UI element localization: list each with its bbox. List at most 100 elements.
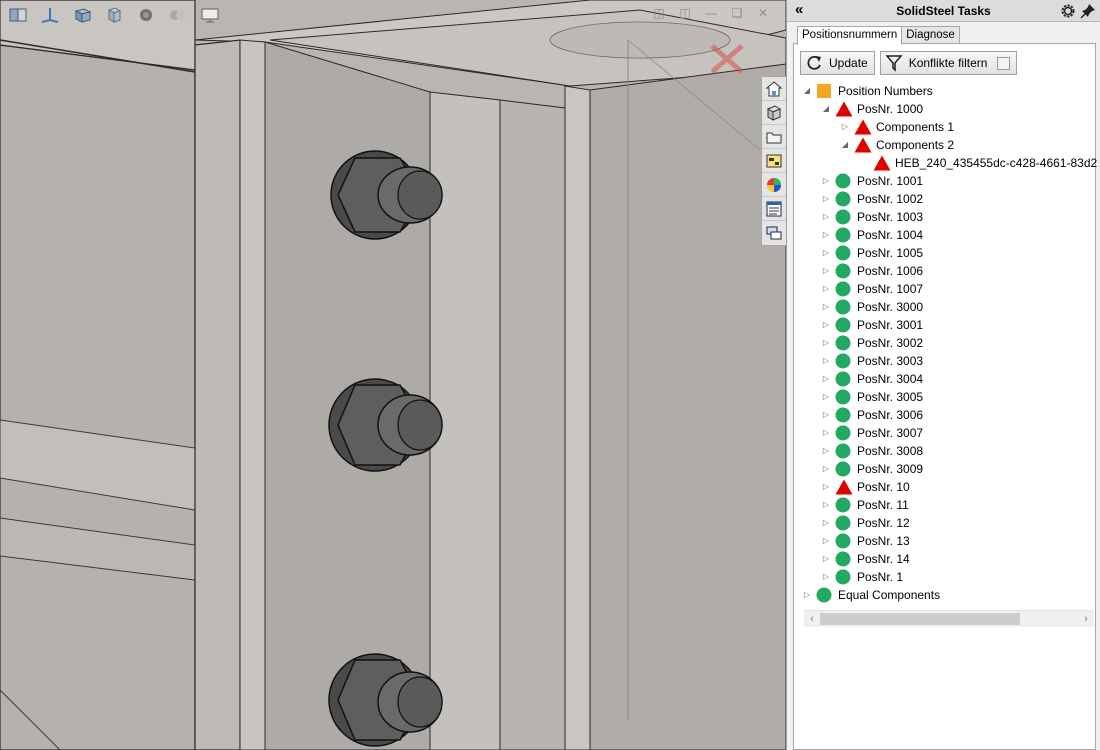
close-icon[interactable]: ✕ <box>754 4 772 22</box>
tree-node[interactable]: ◢ PosNr. 1000 <box>794 100 1095 118</box>
restore-icon[interactable]: ❑ <box>728 4 746 22</box>
expand-node-icon[interactable]: ▷ <box>821 568 831 586</box>
status-ok-icon <box>835 569 851 585</box>
tree-node[interactable]: ▷ PosNr. 1006 <box>794 262 1095 280</box>
expand-node-icon[interactable]: ▷ <box>821 208 831 226</box>
tree-node-label: PosNr. 10 <box>857 480 910 494</box>
tile-right-icon[interactable]: ◫ <box>676 4 694 22</box>
tree-node[interactable]: ▷ PosNr. 1005 <box>794 244 1095 262</box>
scene-icon[interactable] <box>164 3 192 27</box>
expand-node-icon[interactable]: ▷ <box>840 118 850 136</box>
properties-icon[interactable] <box>762 149 786 173</box>
pin-icon[interactable] <box>1080 3 1096 19</box>
tree-node[interactable]: ▷ PosNr. 14 <box>794 550 1095 568</box>
tree-node[interactable]: ▷ Components 1 <box>794 118 1095 136</box>
tree-node[interactable]: ▷ PosNr. 11 <box>794 496 1095 514</box>
position-numbers-tree[interactable]: ◢ Position Numbers ◢ PosNr. 1000 ▷ Components… <box>794 82 1097 604</box>
tree-node[interactable]: ▷ PosNr. 1001 <box>794 172 1095 190</box>
forum-icon[interactable] <box>762 221 786 245</box>
tree-node[interactable]: ▷ PosNr. 3004 <box>794 370 1095 388</box>
collapse-node-icon[interactable]: ◢ <box>840 136 850 154</box>
expand-node-icon[interactable]: ▷ <box>821 442 831 460</box>
tab-diagnose[interactable]: Diagnose <box>901 26 960 44</box>
expand-node-icon[interactable]: ▷ <box>821 370 831 388</box>
filter-conflicts-button[interactable]: Konflikte filtern <box>879 51 1018 75</box>
update-button-label: Update <box>829 56 868 70</box>
tree-node[interactable]: ▷ PosNr. 1004 <box>794 226 1095 244</box>
tree-node[interactable]: ▷ PosNr. 3002 <box>794 334 1095 352</box>
tree-node[interactable]: ▷ PosNr. 3000 <box>794 298 1095 316</box>
tree-node[interactable]: ▷ PosNr. 1007 <box>794 280 1095 298</box>
home-icon[interactable] <box>762 77 786 101</box>
scroll-right-icon[interactable]: › <box>1080 611 1092 627</box>
tree-node[interactable]: ▷ PosNr. 3006 <box>794 406 1095 424</box>
appearance-icon[interactable] <box>132 3 160 27</box>
horizontal-scrollbar[interactable]: ‹ › <box>804 610 1094 627</box>
tree-node-label: PosNr. 1004 <box>857 228 924 242</box>
appearance-scenes-icon[interactable] <box>762 173 786 197</box>
tree-node[interactable]: ▷ PosNr. 3008 <box>794 442 1095 460</box>
display-settings-icon[interactable] <box>196 3 224 27</box>
expand-node-icon[interactable]: ▷ <box>821 172 831 190</box>
expand-node-icon[interactable]: ▷ <box>821 460 831 478</box>
tree-node[interactable]: ▷ PosNr. 3007 <box>794 424 1095 442</box>
expand-node-icon[interactable]: ▷ <box>821 424 831 442</box>
expand-node-icon[interactable]: ▷ <box>821 226 831 244</box>
gear-icon[interactable] <box>1060 3 1076 19</box>
tree-node[interactable]: ▷ PosNr. 3005 <box>794 388 1095 406</box>
hide-show-icon[interactable] <box>100 3 128 27</box>
expand-node-icon[interactable]: ▷ <box>821 550 831 568</box>
tree-node-label: Position Numbers <box>838 84 933 98</box>
update-button[interactable]: Update <box>800 51 875 75</box>
tree-node[interactable]: ▷ PosNr. 13 <box>794 532 1095 550</box>
expand-node-icon[interactable]: ▷ <box>821 406 831 424</box>
expand-node-icon[interactable]: ▷ <box>821 244 831 262</box>
tree-node[interactable]: ▷ Equal Components <box>794 586 1095 604</box>
scrollbar-thumb[interactable] <box>820 613 1020 625</box>
tree-node[interactable]: HEB_240_435455dc-c428-4661-83d2 <box>794 154 1097 172</box>
folder-icon[interactable] <box>762 125 786 149</box>
parts-icon[interactable] <box>762 101 786 125</box>
section-view-icon[interactable] <box>4 3 32 27</box>
expand-node-icon[interactable]: ▷ <box>821 532 831 550</box>
tab-strip: Positionsnummern Diagnose <box>793 26 1096 45</box>
custom-properties-icon[interactable] <box>762 197 786 221</box>
tree-node[interactable]: ◢ Position Numbers <box>794 82 1095 100</box>
tree-node[interactable]: ▷ PosNr. 1003 <box>794 208 1095 226</box>
tree-node[interactable]: ▷ PosNr. 3001 <box>794 316 1095 334</box>
tree-node[interactable]: ▷ PosNr. 10 <box>794 478 1095 496</box>
status-ok-icon <box>835 407 851 423</box>
expand-node-icon[interactable]: ▷ <box>821 388 831 406</box>
tree-node[interactable]: ▷ PosNr. 3009 <box>794 460 1095 478</box>
minimize-icon[interactable]: — <box>702 4 720 22</box>
tree-node[interactable]: ◢ Components 2 <box>794 136 1095 154</box>
expand-node-icon[interactable]: ▷ <box>821 478 831 496</box>
display-style-icon[interactable] <box>68 3 96 27</box>
scroll-left-icon[interactable]: ‹ <box>806 611 818 627</box>
tree-node-label: PosNr. 1 <box>857 570 904 584</box>
expand-node-icon[interactable]: ▷ <box>802 586 812 604</box>
expand-node-icon[interactable]: ▷ <box>821 496 831 514</box>
expand-node-icon[interactable]: ▷ <box>821 334 831 352</box>
expand-node-icon[interactable]: ▷ <box>821 190 831 208</box>
expand-node-icon[interactable]: ▷ <box>821 352 831 370</box>
tree-node[interactable]: ▷ PosNr. 1 <box>794 568 1095 586</box>
tile-left-icon[interactable]: ◫ <box>650 4 668 22</box>
filter-conflicts-checkbox[interactable] <box>997 56 1011 70</box>
task-pane-title: SolidSteel Tasks <box>896 4 991 18</box>
tree-node[interactable]: ▷ PosNr. 12 <box>794 514 1095 532</box>
expand-node-icon[interactable]: ▷ <box>821 298 831 316</box>
expand-node-icon[interactable]: ▷ <box>821 514 831 532</box>
expand-node-icon[interactable]: ▷ <box>821 316 831 334</box>
collapse-node-icon[interactable]: ◢ <box>802 82 812 100</box>
collapse-node-icon[interactable]: ◢ <box>821 100 831 118</box>
tree-node-label: Components 1 <box>876 120 955 134</box>
tab-positionsnummern[interactable]: Positionsnummern <box>797 26 903 45</box>
graphics-area[interactable]: ◫ ◫ — ❑ ✕ <box>0 0 786 750</box>
expand-node-icon[interactable]: ▷ <box>821 262 831 280</box>
expand-node-icon[interactable]: ▷ <box>821 280 831 298</box>
view-orientation-icon[interactable] <box>36 3 64 27</box>
tree-node[interactable]: ▷ PosNr. 1002 <box>794 190 1095 208</box>
model-scene[interactable] <box>0 0 786 750</box>
tree-node[interactable]: ▷ PosNr. 3003 <box>794 352 1095 370</box>
